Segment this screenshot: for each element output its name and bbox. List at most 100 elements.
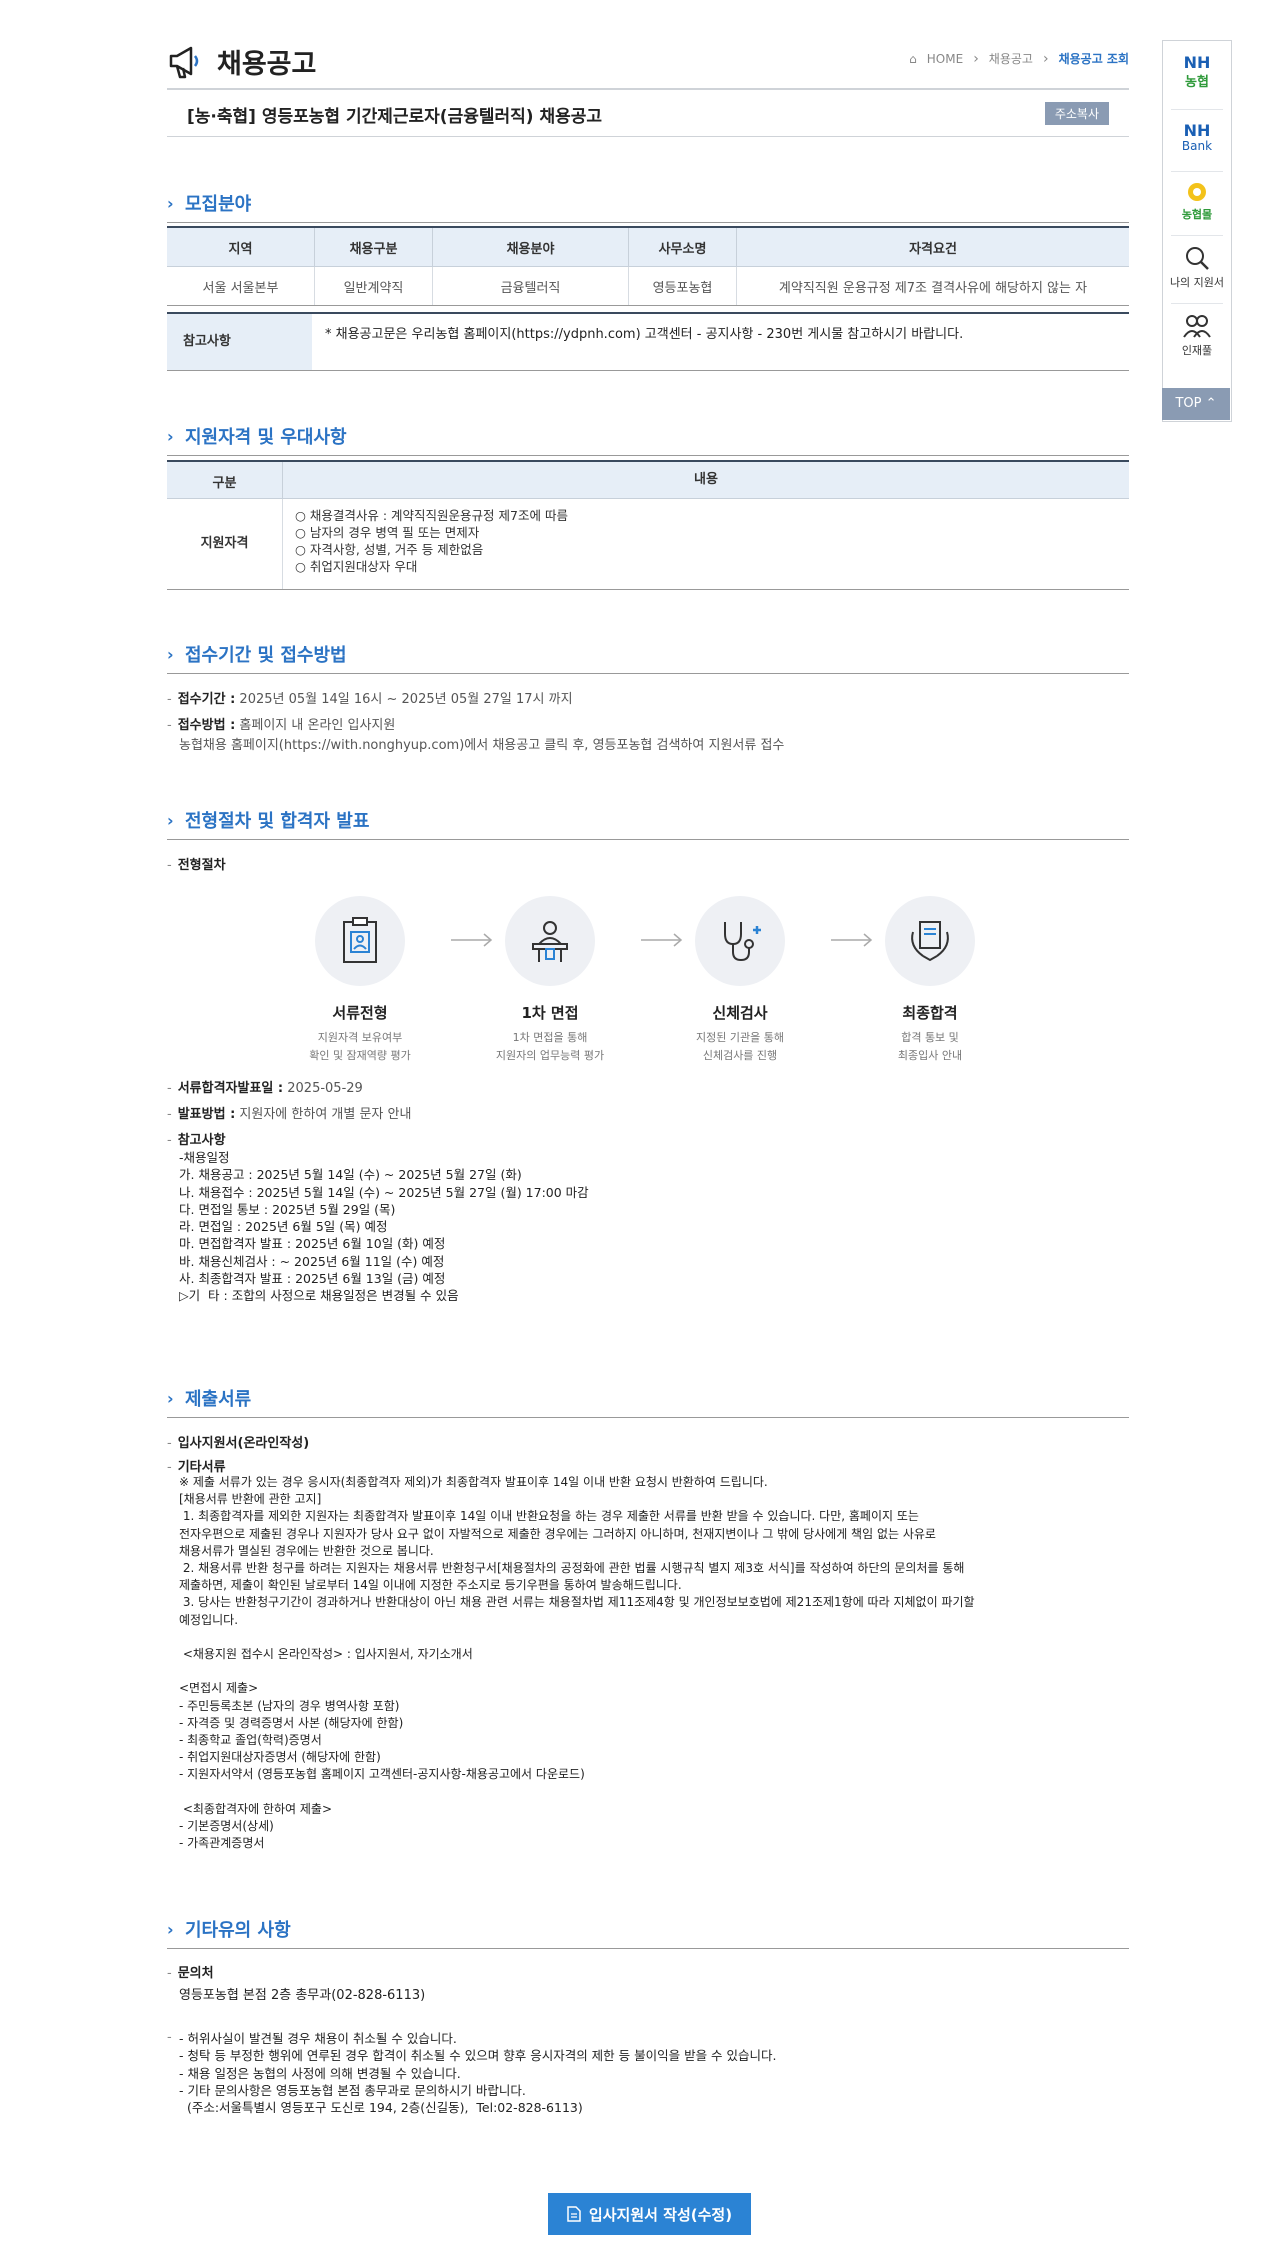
chevron-right-icon: › bbox=[973, 50, 979, 67]
nh-bank-link[interactable]: NH Bank bbox=[1163, 121, 1231, 154]
step-interview: 1차 면접 1차 면접을 통해 지원자의 업무능력 평가 bbox=[475, 896, 625, 1065]
apply-button[interactable]: 입사지원서 작성(수정) bbox=[548, 2193, 751, 2235]
table-header-row: 구분 내용 bbox=[167, 460, 1129, 499]
people-icon bbox=[1183, 315, 1211, 338]
section-qualification-title: › 지원자격 및 우대사항 bbox=[167, 423, 1129, 456]
column-header: 자격요건 bbox=[736, 226, 1129, 267]
scroll-top-button[interactable]: TOP ⌃ bbox=[1162, 388, 1230, 420]
step-name: 신체검사 bbox=[712, 1004, 768, 1022]
reception-period: - 접수기간 : 2025년 05월 14일 16시 ~ 2025년 05월 27… bbox=[167, 692, 573, 707]
talent-pool-link[interactable]: 인재풀 bbox=[1163, 313, 1231, 358]
step-desc: 지원자격 보유여부 bbox=[317, 1031, 403, 1044]
step-name: 서류전형 bbox=[332, 1004, 388, 1022]
breadcrumb-current: 채용공고 조회 bbox=[1058, 52, 1129, 66]
section-process-title: › 전형절차 및 합격자 발표 bbox=[167, 807, 1129, 840]
top-label: TOP bbox=[1175, 396, 1202, 411]
step-document: 서류전형 지원자격 보유여부확인 및 잠재역량 평가 bbox=[285, 896, 435, 1065]
reception-method: - 접수방법 : 홈페이지 내 온라인 입사지원 bbox=[167, 718, 396, 733]
procedure-label-text: 전형절차 bbox=[177, 858, 226, 873]
recruit-note: 참고사항 * 채용공고문은 우리농협 홈페이지(https://ydpnh.co… bbox=[167, 312, 1129, 371]
qualification-line: ○ 자격사항, 성별, 거주 등 제한없음 bbox=[295, 542, 484, 557]
procedure-label: - 전형절차 bbox=[167, 858, 226, 873]
contact-label: - 문의처 bbox=[167, 1966, 214, 1981]
certificate-icon bbox=[911, 921, 949, 962]
note-text: * 채용공고문은 우리농협 홈페이지(https://ydpnh.com) 고객… bbox=[325, 327, 964, 342]
page-title: 채용공고 bbox=[167, 42, 316, 81]
chevron-right-icon: › bbox=[167, 427, 174, 446]
column-header: 채용분야 bbox=[432, 226, 629, 267]
section-title-text: 접수기간 및 접수방법 bbox=[185, 645, 347, 666]
chevron-right-icon: › bbox=[167, 1389, 174, 1408]
chevron-right-icon: › bbox=[1042, 50, 1049, 67]
documents-block: ※ 제출 서류가 있는 경우 응시자(최종합격자 제외)가 최종합격자 발표이후… bbox=[179, 1475, 975, 1851]
breadcrumb-jobs[interactable]: 채용공고 bbox=[989, 50, 1033, 67]
section-title-text: 지원자격 및 우대사항 bbox=[185, 427, 347, 448]
qualification-table: 구분 내용 지원자격 ○ 채용결격사유 : 계약직직원운용규정 제7조에 따름 … bbox=[167, 460, 1129, 590]
section-title-text: 전형절차 및 합격자 발표 bbox=[185, 811, 370, 832]
nh-mall-link[interactable]: 농협몰 bbox=[1163, 181, 1231, 222]
step-desc: 지정된 기관을 통해 bbox=[696, 1031, 784, 1044]
table-row: 서울 서울본부 일반계약직 금융텔러직 영등포농협 계약직직원 운용규정 제7조… bbox=[167, 266, 1129, 306]
method-detail: 농협채용 홈페이지(https://with.nonghyup.com)에서 채… bbox=[179, 738, 785, 753]
chevron-right-icon: › bbox=[167, 194, 174, 213]
page-title-text: 채용공고 bbox=[217, 49, 317, 80]
column-header: 내용 bbox=[282, 462, 1129, 498]
home-icon[interactable]: ⌂ bbox=[909, 52, 917, 66]
quick-menu: NH 농협 NH Bank 농협몰 나의 지원서 인재풀 bbox=[1162, 40, 1232, 422]
column-header: 사무소명 bbox=[628, 226, 737, 267]
clipboard-icon bbox=[343, 917, 377, 963]
chevron-right-icon: › bbox=[167, 645, 174, 664]
table-cell: 금융텔러직 bbox=[432, 266, 629, 306]
step-desc: 확인 및 잠재역량 평가 bbox=[309, 1049, 411, 1062]
section-reception-title: › 접수기간 및 접수방법 bbox=[167, 641, 1129, 674]
announce-method-label: 발표방법 : bbox=[177, 1107, 236, 1122]
section-title-text: 기타유의 사항 bbox=[185, 1920, 291, 1941]
nh-bank-logo-text: NH bbox=[1183, 121, 1211, 140]
breadcrumb: ⌂ HOME › 채용공고 › 채용공고 조회 bbox=[909, 50, 1129, 67]
step-name: 1차 면접 bbox=[521, 1004, 579, 1022]
process-steps: 서류전형 지원자격 보유여부확인 및 잠재역량 평가 1차 면접 1차 면접을 … bbox=[167, 896, 1129, 1066]
other-dash: - bbox=[167, 2030, 172, 2045]
job-title-bar: [농·축협] 영등포농협 기간제근로자(금융텔러직) 채용공고 주소복사 bbox=[167, 90, 1129, 137]
column-header: 구분 bbox=[212, 476, 237, 491]
nh-logo-text: NH bbox=[1183, 53, 1211, 72]
document-icon bbox=[567, 2206, 581, 2222]
stethoscope-icon bbox=[724, 922, 761, 962]
step-desc: 지원자의 업무능력 평가 bbox=[495, 1049, 605, 1062]
method-value: 홈페이지 내 온라인 입사지원 bbox=[239, 718, 396, 733]
search-icon bbox=[1186, 247, 1209, 270]
job-title: [농·축협] 영등포농협 기간제근로자(금융텔러직) 채용공고 bbox=[187, 107, 603, 127]
announce-value: 2025-05-29 bbox=[287, 1081, 363, 1096]
process-note-label-text: 참고사항 bbox=[177, 1133, 226, 1148]
column-header: 채용구분 bbox=[314, 226, 433, 267]
qualification-line: ○ 남자의 경우 병역 필 또는 면제자 bbox=[295, 525, 480, 540]
step-desc: 합격 통보 및 bbox=[901, 1031, 959, 1044]
announce-method-value: 지원자에 한하여 개별 문자 안내 bbox=[239, 1107, 412, 1122]
period-label: 접수기간 : bbox=[177, 692, 236, 707]
announce-method: - 발표방법 : 지원자에 한하여 개별 문자 안내 bbox=[167, 1107, 412, 1122]
method-label: 접수방법 : bbox=[177, 718, 236, 733]
nh-logo-sub: 농협 bbox=[1185, 75, 1209, 90]
table-header-row: 지역 채용구분 채용분야 사무소명 자격요건 bbox=[167, 226, 1129, 267]
step-name: 최종합격 bbox=[902, 1004, 958, 1022]
other-notes-block: - 허위사실이 발견될 경우 채용이 취소될 수 있습니다. - 청탁 등 부정… bbox=[179, 2031, 777, 2116]
table-cell: 계약직직원 운용규정 제7조 결격사유에 해당하지 않는 자 bbox=[736, 266, 1129, 306]
copy-url-button[interactable]: 주소복사 bbox=[1044, 102, 1109, 125]
period-value: 2025년 05월 14일 16시 ~ 2025년 05월 27일 17시 까지 bbox=[239, 692, 573, 707]
section-title-text: 모집분야 bbox=[185, 194, 252, 215]
my-application-link[interactable]: 나의 지원서 bbox=[1163, 245, 1231, 290]
breadcrumb-home[interactable]: HOME bbox=[927, 52, 963, 66]
qualification-line: ○ 채용결격사유 : 계약직직원운용규정 제7조에 따름 bbox=[295, 508, 568, 523]
recruit-table: 지역 채용구분 채용분야 사무소명 자격요건 서울 서울본부 일반계약직 금융텔… bbox=[167, 226, 1129, 306]
section-other-title: › 기타유의 사항 bbox=[167, 1916, 1129, 1949]
table-cell: 영등포농협 bbox=[628, 266, 737, 306]
step-medical: 신체검사 지정된 기관을 통해 신체검사를 진행 bbox=[665, 896, 815, 1065]
step-desc: 최종입사 안내 bbox=[897, 1049, 963, 1062]
table-cell: 서울 서울본부 bbox=[167, 266, 315, 306]
nh-bank-logo-sub: Bank bbox=[1181, 139, 1213, 153]
table-cell: 일반계약직 bbox=[314, 266, 433, 306]
nh-nonghyup-link[interactable]: NH 농협 bbox=[1163, 53, 1231, 91]
contact-value: 영등포농협 본점 2층 총무과(02-828-6113) bbox=[179, 1988, 426, 2003]
row-label: 지원자격 bbox=[200, 536, 249, 551]
talent-pool-label: 인재풀 bbox=[1181, 344, 1213, 357]
